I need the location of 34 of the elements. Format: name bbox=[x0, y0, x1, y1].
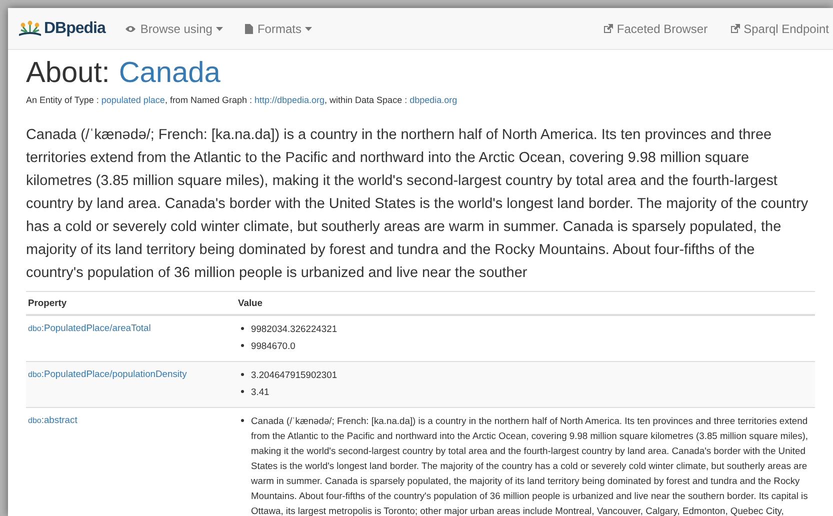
property-link[interactable]: dbo:PopulatedPlace/areaTotal bbox=[28, 322, 151, 333]
type-link[interactable]: dbpedia.org bbox=[410, 95, 458, 105]
bullet-icon bbox=[241, 418, 244, 422]
type-link[interactable]: http://dbpedia.org bbox=[254, 95, 325, 105]
property-value: 3.41 bbox=[251, 384, 270, 399]
column-header: Property bbox=[28, 296, 67, 308]
type-link[interactable]: populated place bbox=[101, 95, 165, 105]
logo-icon bbox=[18, 20, 42, 37]
external-link-icon bbox=[730, 24, 740, 34]
brand-link[interactable]: DBpedia bbox=[18, 16, 106, 40]
heading-label: About: bbox=[26, 57, 110, 89]
dropdown-menu[interactable]: Formats bbox=[245, 20, 312, 38]
external-link-icon bbox=[602, 24, 613, 34]
bullet-icon bbox=[241, 390, 244, 393]
caret-icon bbox=[305, 26, 312, 30]
nav-link[interactable]: Sparql Endpoint bbox=[730, 20, 829, 38]
property-value: 9984670.0 bbox=[251, 338, 296, 353]
entity-link[interactable]: Canada bbox=[118, 57, 220, 89]
property-value: Canada (/ˈkænədə/; French: [ka.na.da]) is a country in the northern half of North America. Its ten provinces and three territories extend from the Atlantic to the Pacific and northward into the Arctic Ocean, covering 9.98 million square kilometres (3.85 million square miles), making it the world's second-largest country by total area and the fourth-largest country by land area. Canada's border with the United States is the world's longest land border. The majority of the country has a cold or severely cold winter climate, but southerly areas are warm in summer. Canada is sparsely populated, the majority of its land territory being dominated by forest and tundra and the Rocky Mountains. About four-fifths of the country's population of 36 million people is urbanized and live near the southern border. Its capital is Ottawa, its largest metropolis is Toronto; other major urban areas include Montreal, Vancouver, Calgary, Edmonton, Quebec City, bbox=[251, 414, 810, 516]
file-icon bbox=[245, 24, 254, 34]
property-link[interactable]: dbo:PopulatedPlace/populationDensity bbox=[28, 368, 187, 379]
bullet-icon bbox=[241, 344, 244, 347]
summary-paragraph: Canada (/ˈkænədə/; French: [ka.na.da]) is a country in the northern half of North America. Its ten provinces and three territories extend from the Atlantic to the Pacific and northward into the Arctic Ocean, covering 9.98 million square kilometres (3.85 million square miles), making it the world's second-largest country by total area and the fourth-largest country by land area. Canada's border with the United States is the world's longest land border. The majority of the country has a cold or severely cold winter climate, but southerly areas are warm in summer. Canada is sparsely populated, the majority of its land territory being dominated by forest and tundra and the Rocky Mountains. About four-fifths of the country's population of 36 million people is urbanized and live near the souther bbox=[26, 126, 810, 282]
bullet-icon bbox=[241, 326, 244, 330]
bullet-icon bbox=[241, 372, 244, 376]
nav-link[interactable]: Faceted Browser bbox=[602, 20, 708, 38]
property-value: 3.204647915902301 bbox=[251, 368, 338, 382]
property-link[interactable]: dbo:abstract bbox=[28, 414, 78, 425]
eye-icon bbox=[125, 24, 136, 32]
property-value: 9982034.326224321 bbox=[251, 322, 338, 336]
entity-type-line: An Entity of Type : populated place, from Named Graph : http://dbpedia.org, within Data Space : dbpedia.org bbox=[26, 94, 458, 107]
caret-icon bbox=[216, 26, 224, 30]
column-header: Value bbox=[238, 296, 262, 308]
dropdown-menu[interactable]: Browse using bbox=[125, 20, 224, 38]
